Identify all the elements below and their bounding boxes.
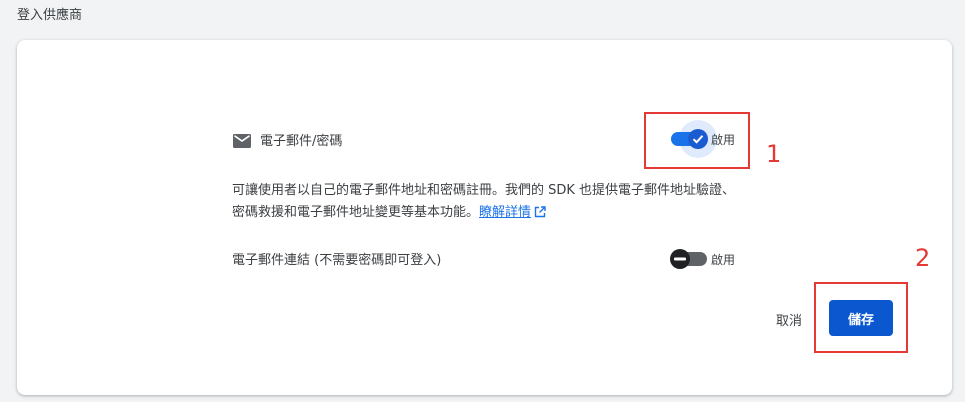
section-title: 登入供應商 <box>17 8 83 23</box>
annotation-number-2: 2 <box>915 244 931 272</box>
email-link-toggle-label: 啟用 <box>711 253 736 267</box>
provider-name: 電子郵件/密碼 <box>260 134 343 149</box>
provider-header: 電子郵件/密碼 <box>233 130 342 149</box>
mail-icon <box>233 133 251 148</box>
external-link-icon <box>534 204 546 226</box>
provider-description: 可讓使用者以自己的電子郵件地址和密碼註冊。我們的 SDK 也提供電子郵件地址驗證… <box>232 180 742 226</box>
email-link-label: 電子郵件連結 (不需要密碼即可登入) <box>232 253 442 268</box>
toggle-thumb <box>670 249 690 269</box>
learn-more-link[interactable]: 瞭解詳情 <box>479 205 531 220</box>
annotation-number-1: 1 <box>766 140 782 168</box>
annotation-box-1 <box>644 112 750 169</box>
cancel-button[interactable]: 取消 <box>769 305 809 333</box>
minus-icon <box>674 257 686 261</box>
annotation-box-2 <box>814 282 908 353</box>
enable-email-link-toggle[interactable] <box>670 249 707 269</box>
